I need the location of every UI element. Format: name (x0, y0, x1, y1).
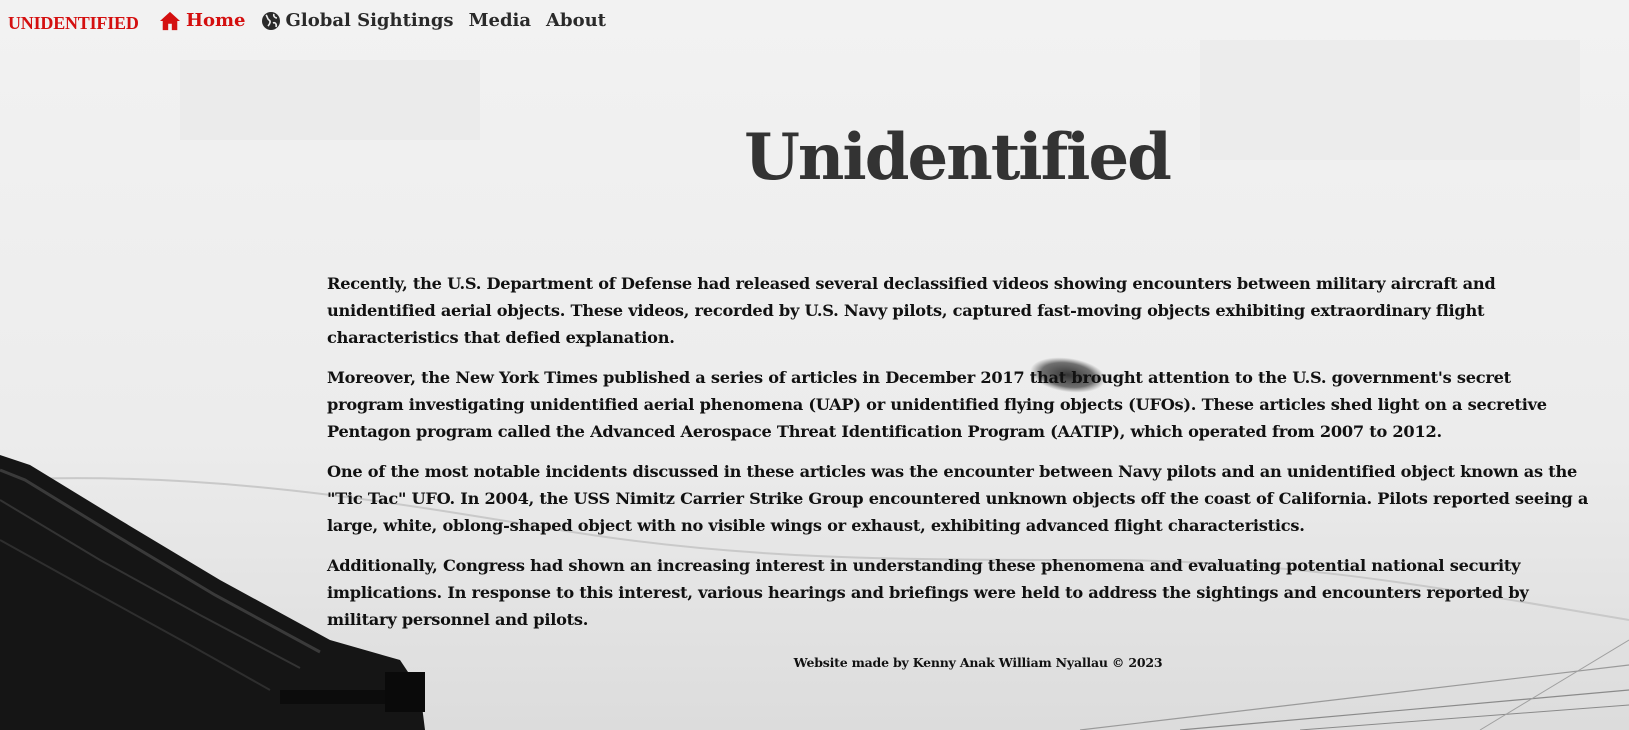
nav-item-label: About (546, 10, 606, 31)
home-icon (160, 11, 180, 30)
article-paragraph: Additionally, Congress had shown an incr… (327, 556, 1529, 629)
top-navbar: UNIDENTIFIED Home Global Sightings Media… (0, 0, 1629, 46)
article-paragraph: One of the most notable incidents discus… (327, 462, 1589, 535)
nav-item-about[interactable]: About (546, 10, 606, 31)
page-title: Unidentified (744, 120, 1172, 195)
article-paragraph: Moreover, the New York Times published a… (327, 368, 1547, 441)
footer-credit: Website made by Kenny Anak William Nyall… (793, 655, 1163, 670)
nav-item-label: Media (468, 10, 532, 31)
article-paragraph: Recently, the U.S. Department of Defense… (327, 274, 1496, 347)
nav-item-home[interactable]: Home (159, 10, 246, 31)
footer: Website made by Kenny Anak William Nyall… (0, 652, 1629, 671)
nav-item-global-sightings[interactable]: Global Sightings (261, 10, 454, 31)
brand-logo[interactable]: UNIDENTIFIED (8, 13, 139, 34)
nav-item-media[interactable]: Media (469, 10, 531, 31)
article-body: Recently, the U.S. Department of Defense… (327, 270, 1589, 646)
hero: Unidentified (0, 120, 1629, 195)
nav-links: Home Global Sightings Media About (159, 10, 621, 31)
globe-icon (261, 11, 280, 30)
nav-item-label: Home (186, 10, 246, 31)
nav-item-label: Global Sightings (285, 10, 454, 31)
